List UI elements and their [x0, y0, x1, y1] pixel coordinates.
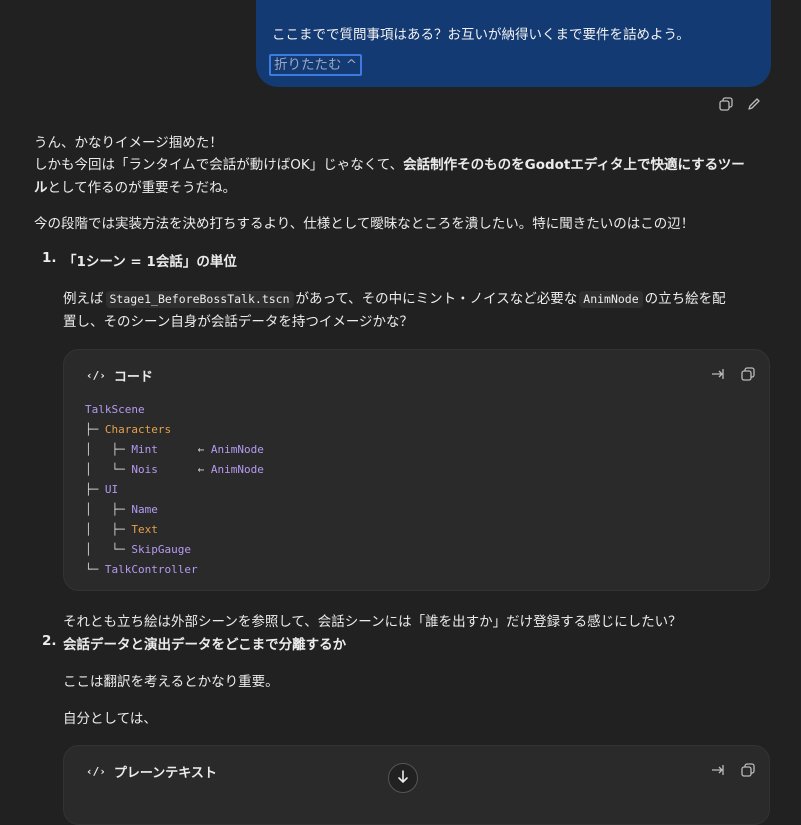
intro-line-1: うん、かなりイメージ掴めた！ [34, 135, 223, 151]
wrap-icon[interactable] [711, 762, 725, 781]
wrap-icon[interactable] [711, 366, 725, 385]
intro-line-3: ルとして作るのが重要そうだね。 [34, 180, 237, 196]
item2-title: 会話データと演出データをどこまで分離するか [63, 637, 347, 653]
item1-body-line-2: 置し、そのシーン自身が会話データを持つイメージかな？ [63, 314, 414, 330]
list-number: 1. [42, 250, 57, 266]
code-line: │ ├─ Text [85, 523, 158, 536]
copy-icon[interactable] [741, 762, 755, 781]
item2-body-2: 自分としては、 [63, 711, 157, 727]
code-block-label: プレーンテキスト [113, 766, 217, 781]
inline-code: Stage1_BeforeBossTalk.tscn [105, 291, 294, 308]
code-line: │ ├─ Name [85, 503, 158, 516]
code-content: TalkScene ├─ Characters │ ├─ Mint ← AnimNo… [85, 400, 264, 580]
code-block-header: ‹/› プレーンテキスト [86, 762, 217, 781]
intro-line-2: しかも今回は「ランタイムで会話が動けばOK」じゃなくて、会話制作そのものをGod… [34, 157, 745, 173]
collapse-button[interactable]: 折りたたむ ^ [269, 54, 363, 76]
code-line: ├─ UI [85, 483, 119, 496]
copy-icon[interactable] [719, 96, 733, 111]
code-block-header: ‹/› コード [86, 366, 153, 385]
list-number: 2. [42, 633, 57, 649]
inline-code: AnimNode [579, 291, 643, 308]
item1-body-line-1: 例えば Stage1_BeforeBossTalk.tscn があって、その中にミン… [63, 291, 726, 308]
code-line: │ └─ Nois ← AnimNode [85, 463, 264, 476]
code-block: ‹/› コード TalkScene ├─ Characters │ ├─ Mint … [63, 349, 770, 591]
code-block-label: コード [113, 370, 153, 385]
scroll-down-button[interactable] [388, 763, 418, 793]
paragraph-2: 今の段階では実装方法を決め打ちするより、仕様として曖昧なところを潰したい。特に聞… [34, 216, 695, 232]
code-line: ├─ Characters [85, 423, 172, 436]
item1-title: 「1シーン = 1会話」の単位 [63, 254, 237, 270]
item2-body-1: ここは翻訳を考えるとかなり重要。 [63, 674, 279, 690]
arrow-down-icon [396, 769, 410, 788]
code-line: │ └─ SkipGauge [85, 543, 191, 556]
code-line: └─ TalkController [85, 563, 198, 576]
code-block: ‹/› プレーンテキスト [63, 745, 770, 825]
item1-after: それとも立ち絵は外部シーンを参照して、会話シーンには「誰を出すか」だけ登録する感… [63, 614, 682, 630]
edit-icon[interactable] [747, 96, 761, 110]
user-message-text: ここまでで質問事項はある？お互いが納得いくまで要件を詰めよう。 [272, 27, 690, 43]
code-icon: ‹/› [86, 369, 106, 382]
code-icon: ‹/› [86, 765, 106, 778]
code-line: │ ├─ Mint ← AnimNode [85, 443, 264, 456]
code-line: TalkScene [85, 403, 145, 416]
copy-icon[interactable] [741, 366, 755, 385]
